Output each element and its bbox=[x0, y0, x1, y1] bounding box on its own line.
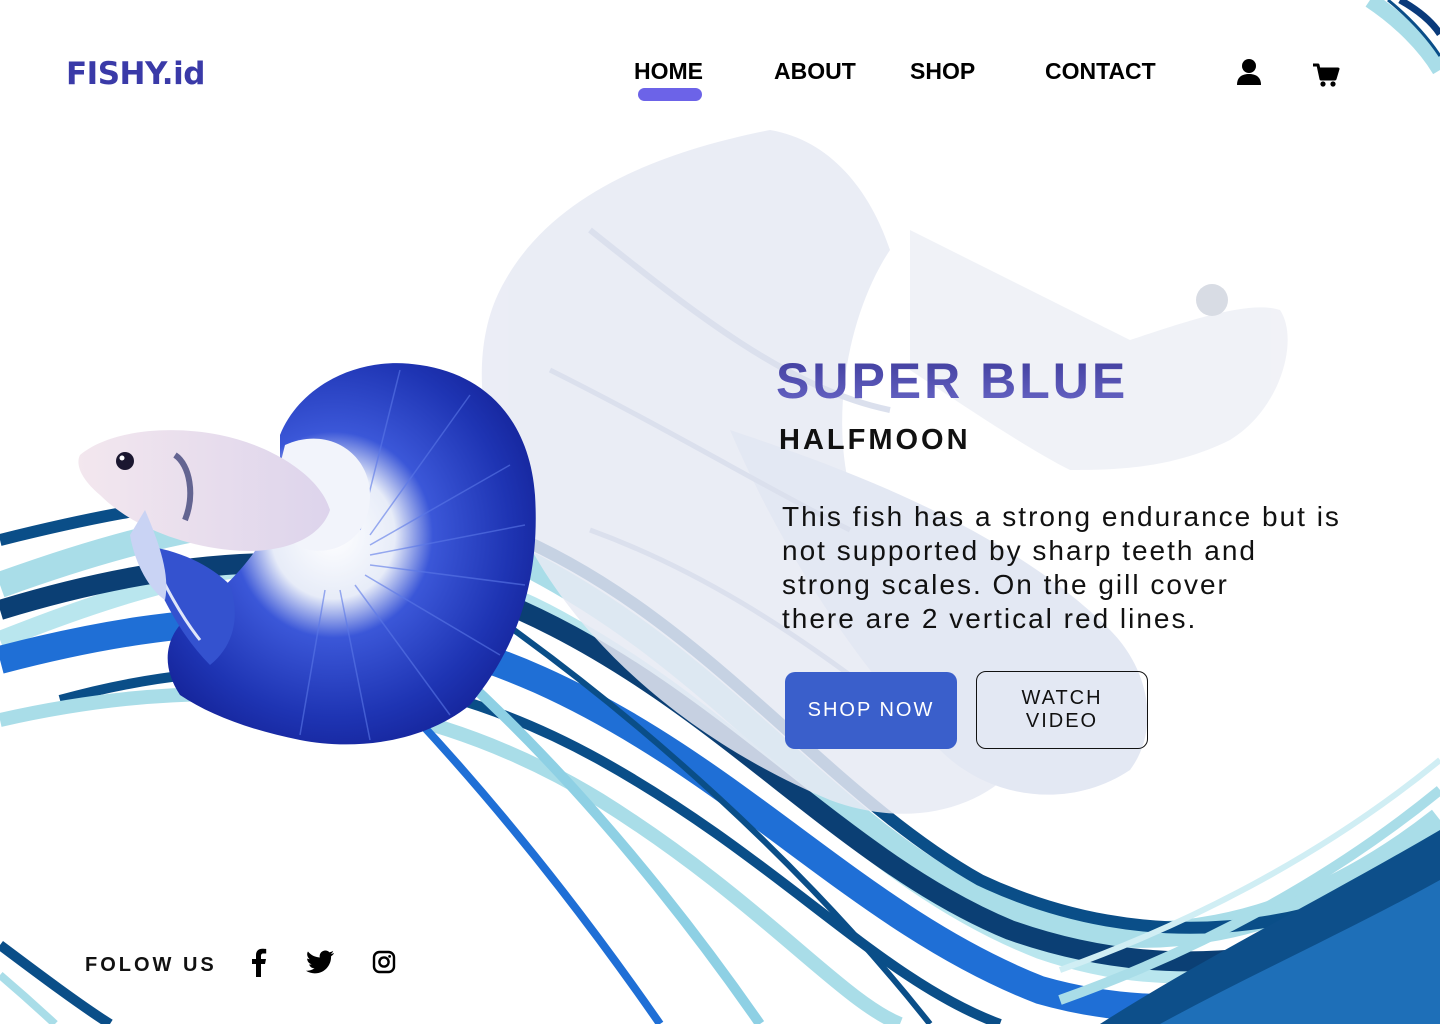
facebook-icon[interactable] bbox=[248, 947, 268, 982]
product-title: SUPER BLUE bbox=[776, 353, 1129, 409]
follow-us-label: FOLOW US bbox=[85, 954, 217, 976]
description-line: strong scales. On the gill cover bbox=[782, 569, 1229, 600]
hero-fish-image bbox=[78, 363, 536, 745]
nav-item-about[interactable]: ABOUT bbox=[774, 58, 856, 85]
brand-logo[interactable]: FISHY.id bbox=[66, 56, 205, 92]
instagram-icon[interactable] bbox=[372, 950, 396, 979]
product-subtitle: HALFMOON bbox=[779, 424, 971, 456]
description-line: not supported by sharp teeth and bbox=[782, 535, 1257, 566]
cart-icon[interactable] bbox=[1312, 62, 1340, 93]
twitter-icon[interactable] bbox=[306, 950, 334, 979]
nav-item-contact[interactable]: CONTACT bbox=[1045, 58, 1156, 85]
nav-item-home[interactable]: HOME bbox=[634, 58, 703, 85]
nav-active-indicator bbox=[638, 88, 702, 101]
watch-video-button[interactable]: WATCH VIDEO bbox=[976, 671, 1148, 749]
description-line: This fish has a strong endurance but is bbox=[782, 501, 1341, 532]
nav-item-shop[interactable]: SHOP bbox=[910, 58, 975, 85]
shop-now-button[interactable]: SHOP NOW bbox=[785, 672, 957, 749]
product-description: This fish has a strong endurance but is … bbox=[782, 500, 1432, 636]
user-icon[interactable] bbox=[1236, 58, 1262, 91]
description-line: there are 2 vertical red lines. bbox=[782, 603, 1198, 634]
